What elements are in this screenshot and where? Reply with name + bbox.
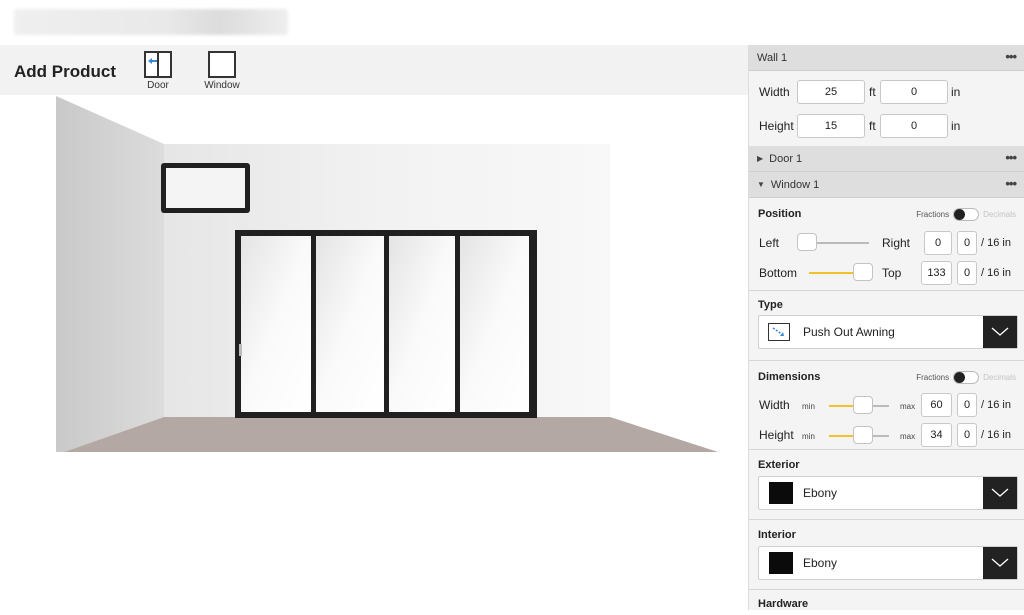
- top-fraction-input[interactable]: 0: [957, 261, 977, 285]
- bottom-label: Bottom: [759, 266, 798, 280]
- dim-width-input[interactable]: 60: [921, 393, 952, 417]
- dim-height-fraction-input[interactable]: 0: [957, 423, 977, 447]
- fractions-label: Fractions: [916, 210, 950, 219]
- min-label: min: [802, 432, 815, 441]
- ft-unit: ft: [869, 119, 876, 133]
- bottom-top-slider-thumb[interactable]: [853, 263, 873, 281]
- chevron-down-icon[interactable]: [983, 547, 1017, 579]
- wall-width-ft-input[interactable]: 25: [797, 80, 865, 104]
- width-unit: / 16 in: [981, 399, 1011, 411]
- decimals-label: Decimals: [983, 210, 1016, 219]
- position-unit-toggle[interactable]: Fractions Decimals: [916, 208, 1016, 221]
- exterior-value: Ebony: [803, 486, 838, 500]
- window-title: Window 1: [770, 178, 820, 191]
- window-label: Window: [204, 80, 240, 91]
- interior-color-select[interactable]: Ebony: [758, 546, 1018, 580]
- interior-color-swatch: [769, 552, 793, 574]
- dimensions-section: Dimensions Fractions Decimals Width min …: [749, 361, 1024, 449]
- exterior-color-swatch: [769, 482, 793, 504]
- hardware-title: Hardware: [758, 598, 809, 610]
- position-section: Position Fractions Decimals Left Right 0…: [749, 198, 1024, 290]
- in-unit: in: [951, 85, 961, 99]
- height-slider-track: [873, 435, 889, 437]
- add-product-toolbar: Add Product Door Window: [0, 45, 748, 95]
- wall-width-row: Width 25 ft 0 in: [749, 75, 1024, 109]
- add-window-button[interactable]: Window: [192, 51, 252, 91]
- top-value-input[interactable]: 133: [921, 261, 952, 285]
- blurred-header: [14, 9, 288, 35]
- top-bar: [0, 0, 1024, 44]
- dim-width-label: Width: [759, 398, 790, 412]
- type-value: Push Out Awning: [803, 325, 895, 339]
- left-label: Left: [759, 236, 780, 250]
- units-switch[interactable]: [953, 208, 980, 221]
- room-3d-view[interactable]: [0, 96, 748, 610]
- chevron-down-icon[interactable]: [983, 477, 1017, 509]
- interior-section: Interior Ebony: [749, 520, 1024, 589]
- add-door-button[interactable]: Door: [128, 51, 188, 91]
- max-label: max: [900, 402, 916, 411]
- position-title: Position: [758, 208, 802, 220]
- type-title: Type: [758, 299, 783, 311]
- top-label: Top: [882, 266, 902, 280]
- dim-height-label: Height: [759, 428, 794, 442]
- wall-title: Wall 1: [757, 51, 788, 64]
- right-unit: / 16 in: [981, 237, 1011, 249]
- type-select[interactable]: Push Out Awning: [758, 315, 1018, 349]
- max-label: max: [900, 432, 916, 441]
- window-icon: [208, 51, 236, 78]
- top-unit: / 16 in: [981, 267, 1011, 279]
- width-slider-thumb[interactable]: [853, 396, 873, 414]
- dimensions-title: Dimensions: [758, 371, 821, 383]
- width-slider-track: [873, 405, 889, 407]
- dimensions-unit-toggle[interactable]: Fractions Decimals: [916, 371, 1016, 384]
- wall-header[interactable]: Wall 1 •••: [749, 45, 1024, 71]
- exterior-color-select[interactable]: Ebony: [758, 476, 1018, 510]
- wall-width-label: Width: [759, 85, 790, 99]
- type-section: Type Push Out Awning: [749, 291, 1024, 360]
- door-header[interactable]: ▶ Door 1 •••: [749, 146, 1024, 172]
- floor: [64, 417, 718, 452]
- interior-value: Ebony: [803, 556, 838, 570]
- exterior-title: Exterior: [758, 459, 800, 471]
- wall-height-row: Height 15 ft 0 in: [749, 109, 1024, 143]
- bottom-top-slider-fill: [809, 272, 857, 274]
- hardware-section: Hardware: [749, 590, 1024, 610]
- expand-triangle-icon: ▶: [757, 154, 764, 163]
- left-right-slider-thumb[interactable]: [797, 233, 817, 251]
- wall-width-in-input[interactable]: 0: [880, 80, 948, 104]
- wall-more-icon[interactable]: •••: [1005, 50, 1017, 63]
- door-title: Door 1: [769, 152, 803, 165]
- height-unit: / 16 in: [981, 429, 1011, 441]
- properties-panel: Wall 1 ••• Width 25 ft 0 in Height 15 ft…: [748, 45, 1024, 610]
- window-more-icon[interactable]: •••: [1005, 177, 1017, 190]
- window-header[interactable]: ▼ Window 1 •••: [749, 172, 1024, 198]
- min-label: min: [802, 402, 815, 411]
- door-more-icon[interactable]: •••: [1005, 151, 1017, 164]
- interior-title: Interior: [758, 529, 796, 541]
- wall-height-label: Height: [759, 119, 794, 133]
- awning-type-icon: [768, 323, 790, 341]
- right-fraction-input[interactable]: 0: [957, 231, 977, 255]
- dim-height-input[interactable]: 34: [921, 423, 952, 447]
- ft-unit: ft: [869, 85, 876, 99]
- collapse-triangle-icon: ▼: [757, 180, 765, 189]
- units-switch[interactable]: [953, 371, 980, 384]
- exterior-section: Exterior Ebony: [749, 450, 1024, 519]
- left-wall: [56, 96, 164, 452]
- door-icon: [144, 51, 172, 78]
- wall-height-in-input[interactable]: 0: [880, 114, 948, 138]
- decimals-label: Decimals: [983, 373, 1016, 382]
- height-slider-thumb[interactable]: [853, 426, 873, 444]
- fractions-label: Fractions: [916, 373, 950, 382]
- chevron-down-icon[interactable]: [983, 316, 1017, 348]
- right-value-input[interactable]: 0: [924, 231, 952, 255]
- in-unit: in: [951, 119, 961, 133]
- dim-width-fraction-input[interactable]: 0: [957, 393, 977, 417]
- add-product-title: Add Product: [14, 62, 116, 81]
- sliding-door: [235, 230, 537, 418]
- door-label: Door: [147, 80, 169, 91]
- right-label: Right: [882, 236, 911, 250]
- wall-height-ft-input[interactable]: 15: [797, 114, 865, 138]
